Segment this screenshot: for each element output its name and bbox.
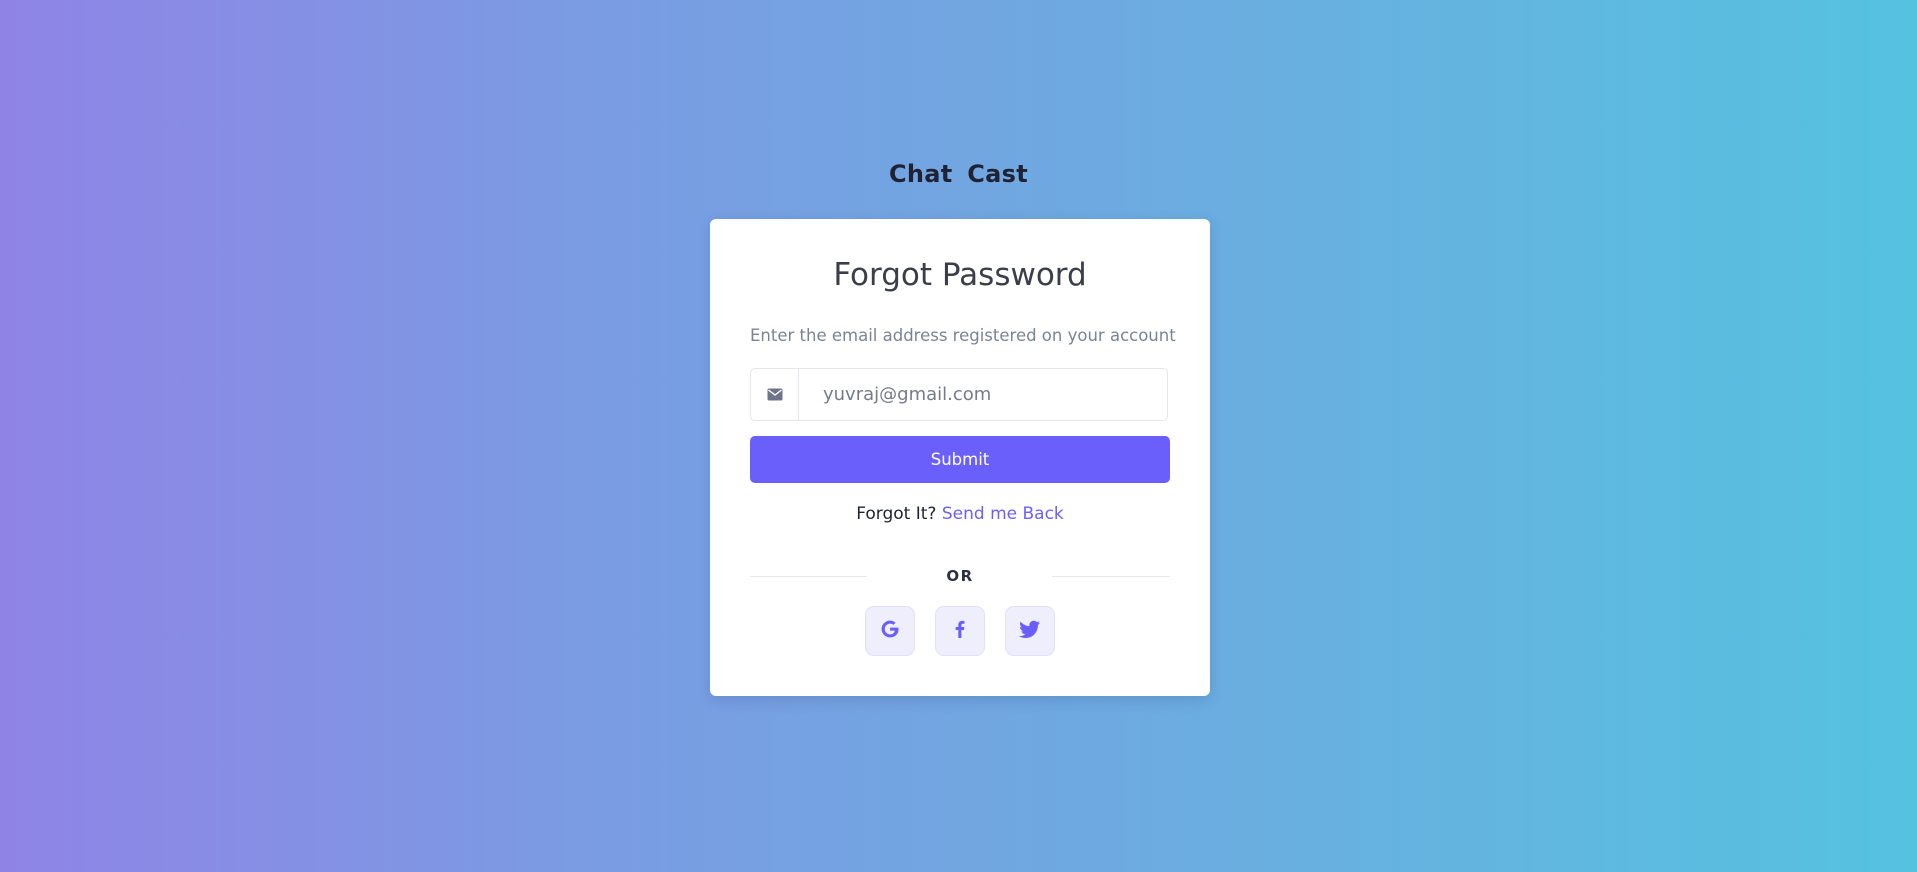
- email-input-group: [750, 368, 1168, 421]
- page-title: Forgot Password: [833, 257, 1087, 293]
- mail-icon: [751, 369, 799, 420]
- facebook-login-button[interactable]: [935, 606, 985, 656]
- or-divider: OR: [750, 567, 1170, 587]
- email-field[interactable]: [799, 369, 1167, 420]
- google-icon: [879, 618, 901, 644]
- google-login-button[interactable]: [865, 606, 915, 656]
- back-prompt-row: Forgot It? Send me Back: [710, 504, 1210, 524]
- twitter-icon: [1019, 618, 1041, 644]
- back-prompt-text: Forgot It?: [856, 504, 937, 524]
- send-me-back-link[interactable]: Send me Back: [942, 504, 1064, 524]
- social-login-row: [710, 606, 1210, 656]
- facebook-icon: [949, 618, 971, 644]
- instructions-text: Enter the email address registered on yo…: [750, 326, 1176, 345]
- app-brand: Chat Cast: [889, 160, 1028, 188]
- submit-button[interactable]: Submit: [750, 436, 1170, 483]
- twitter-login-button[interactable]: [1005, 606, 1055, 656]
- forgot-password-card: Forgot Password Enter the email address …: [710, 219, 1210, 696]
- divider-line-right: [1052, 576, 1170, 577]
